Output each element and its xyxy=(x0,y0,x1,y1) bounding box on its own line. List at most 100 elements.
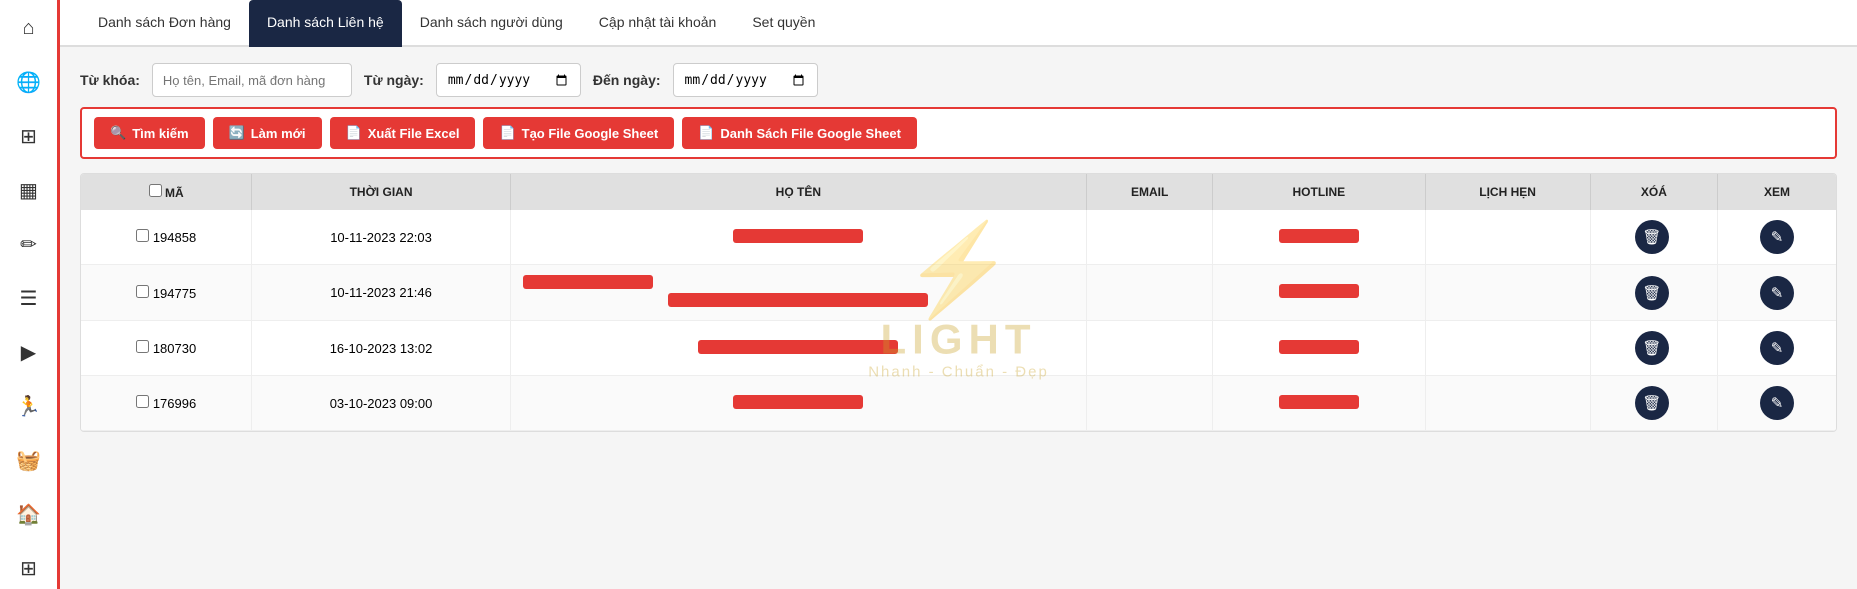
row-email xyxy=(1087,265,1213,321)
delete-button[interactable]: 🗑 xyxy=(1635,276,1669,310)
filter-row: Từ khóa: Từ ngày: Đến ngày: xyxy=(80,63,1837,97)
export-excel-button[interactable]: 📄 Xuất File Excel xyxy=(330,117,476,149)
keyword-label: Từ khóa: xyxy=(80,72,140,88)
tab-set-quyen[interactable]: Set quyền xyxy=(734,0,833,47)
col-time: THỜI GIAN xyxy=(252,174,510,210)
refresh-button[interactable]: 🔄 Làm mới xyxy=(213,117,322,149)
edit-button[interactable]: ✎ xyxy=(1760,220,1794,254)
delete-button[interactable]: 🗑 xyxy=(1635,220,1669,254)
row-time: 03-10-2023 09:00 xyxy=(252,376,510,431)
table-row: 194858 10-11-2023 22:03 🗑 ✎ xyxy=(81,210,1836,265)
row-checkbox[interactable] xyxy=(136,340,149,353)
search-icon: 🔍 xyxy=(110,125,126,141)
row-name xyxy=(510,265,1086,321)
search-button[interactable]: 🔍 Tìm kiếm xyxy=(94,117,205,149)
grid-icon[interactable]: ⊞ xyxy=(11,118,47,154)
delete-button[interactable]: 🗑 xyxy=(1635,386,1669,420)
globe-icon[interactable]: 🌐 xyxy=(11,64,47,100)
row-name xyxy=(510,210,1086,265)
col-checkbox: MÃ xyxy=(81,174,252,210)
col-name: HỌ TÊN xyxy=(510,174,1086,210)
row-name xyxy=(510,321,1086,376)
row-view-cell: ✎ xyxy=(1718,376,1836,431)
row-appointment xyxy=(1425,210,1590,265)
list-sheet-icon: 📄 xyxy=(698,125,714,141)
delete-button[interactable]: 🗑 xyxy=(1635,331,1669,365)
row-email xyxy=(1087,210,1213,265)
row-checkbox[interactable] xyxy=(136,395,149,408)
table-row: 180730 16-10-2023 13:02 🗑 ✎ xyxy=(81,321,1836,376)
tab-orders[interactable]: Danh sách Đơn hàng xyxy=(80,0,249,47)
row-view-cell: ✎ xyxy=(1718,321,1836,376)
row-delete-cell: 🗑 xyxy=(1590,321,1717,376)
tab-contacts[interactable]: Danh sách Liên hệ xyxy=(249,0,402,47)
row-name xyxy=(510,376,1086,431)
row-id: 176996 xyxy=(153,396,196,411)
edit-button[interactable]: ✎ xyxy=(1760,386,1794,420)
to-date-label: Đến ngày: xyxy=(593,72,661,88)
tab-bar: Danh sách Đơn hàng Danh sách Liên hệ Dan… xyxy=(60,0,1857,47)
table-row: 176996 03-10-2023 09:00 🗑 ✎ xyxy=(81,376,1836,431)
row-delete-cell: 🗑 xyxy=(1590,265,1717,321)
row-id: 180730 xyxy=(153,341,196,356)
row-id: 194858 xyxy=(153,230,196,245)
col-email: EMAIL xyxy=(1087,174,1213,210)
pen-icon[interactable]: ✏ xyxy=(11,226,47,262)
create-sheet-button[interactable]: 📄 Tạo File Google Sheet xyxy=(483,117,674,149)
row-time: 16-10-2023 13:02 xyxy=(252,321,510,376)
edit-button[interactable]: ✎ xyxy=(1760,331,1794,365)
row-delete-cell: 🗑 xyxy=(1590,210,1717,265)
table-row: 194775 10-11-2023 21:46 🗑 xyxy=(81,265,1836,321)
col-hotline: HOTLINE xyxy=(1213,174,1425,210)
row-delete-cell: 🗑 xyxy=(1590,376,1717,431)
main-content: Danh sách Đơn hàng Danh sách Liên hệ Dan… xyxy=(60,0,1857,589)
grid2-icon[interactable]: ▦ xyxy=(11,172,47,208)
basket-icon[interactable]: 🧺 xyxy=(11,442,47,478)
to-date-input[interactable] xyxy=(673,63,818,97)
row-hotline xyxy=(1213,210,1425,265)
layers-icon[interactable]: ☰ xyxy=(11,280,47,316)
row-checkbox[interactable] xyxy=(136,285,149,298)
row-checkbox-cell: 180730 xyxy=(81,321,252,376)
row-id: 194775 xyxy=(153,286,196,301)
row-appointment xyxy=(1425,321,1590,376)
building-icon[interactable]: 🏠 xyxy=(11,496,47,532)
row-hotline xyxy=(1213,265,1425,321)
select-all-checkbox[interactable] xyxy=(149,184,162,197)
row-time: 10-11-2023 21:46 xyxy=(252,265,510,321)
row-appointment xyxy=(1425,376,1590,431)
apps-icon[interactable]: ⊞ xyxy=(11,550,47,586)
data-table: MÃ THỜI GIAN HỌ TÊN EMAIL HOTLINE LỊCH H… xyxy=(80,173,1837,432)
row-view-cell: ✎ xyxy=(1718,210,1836,265)
table-container: ⚡ LIGHT Nhanh - Chuẩn - Đẹp MÃ THỜI GIAN… xyxy=(80,173,1837,432)
tab-update-account[interactable]: Cập nhật tài khoản xyxy=(581,0,735,47)
list-sheet-button[interactable]: 📄 Danh Sách File Google Sheet xyxy=(682,117,917,149)
row-time: 10-11-2023 22:03 xyxy=(252,210,510,265)
row-view-cell: ✎ xyxy=(1718,265,1836,321)
row-email xyxy=(1087,376,1213,431)
from-date-label: Từ ngày: xyxy=(364,72,424,88)
tab-users[interactable]: Danh sách người dùng xyxy=(402,0,581,47)
col-appointment: LỊCH HẸN xyxy=(1425,174,1590,210)
row-hotline xyxy=(1213,376,1425,431)
row-checkbox-cell: 194858 xyxy=(81,210,252,265)
row-email xyxy=(1087,321,1213,376)
row-appointment xyxy=(1425,265,1590,321)
content-area: Từ khóa: Từ ngày: Đến ngày: 🔍 Tìm kiếm 🔄… xyxy=(60,47,1857,589)
row-checkbox-cell: 194775 xyxy=(81,265,252,321)
row-checkbox[interactable] xyxy=(136,229,149,242)
col-view: XEM xyxy=(1718,174,1836,210)
excel-icon: 📄 xyxy=(346,125,362,141)
youtube-icon[interactable]: ▶ xyxy=(11,334,47,370)
home-icon[interactable]: ⌂ xyxy=(11,10,47,46)
action-buttons-wrapper: 🔍 Tìm kiếm 🔄 Làm mới 📄 Xuất File Excel 📄… xyxy=(80,107,1837,159)
sheet-icon: 📄 xyxy=(499,125,515,141)
row-hotline xyxy=(1213,321,1425,376)
row-checkbox-cell: 176996 xyxy=(81,376,252,431)
edit-button[interactable]: ✎ xyxy=(1760,276,1794,310)
refresh-icon: 🔄 xyxy=(229,125,245,141)
person-icon[interactable]: 🏃 xyxy=(11,388,47,424)
keyword-input[interactable] xyxy=(152,63,352,97)
from-date-input[interactable] xyxy=(436,63,581,97)
sidebar: ⌂ 🌐 ⊞ ▦ ✏ ☰ ▶ 🏃 🧺 🏠 ⊞ xyxy=(0,0,60,589)
